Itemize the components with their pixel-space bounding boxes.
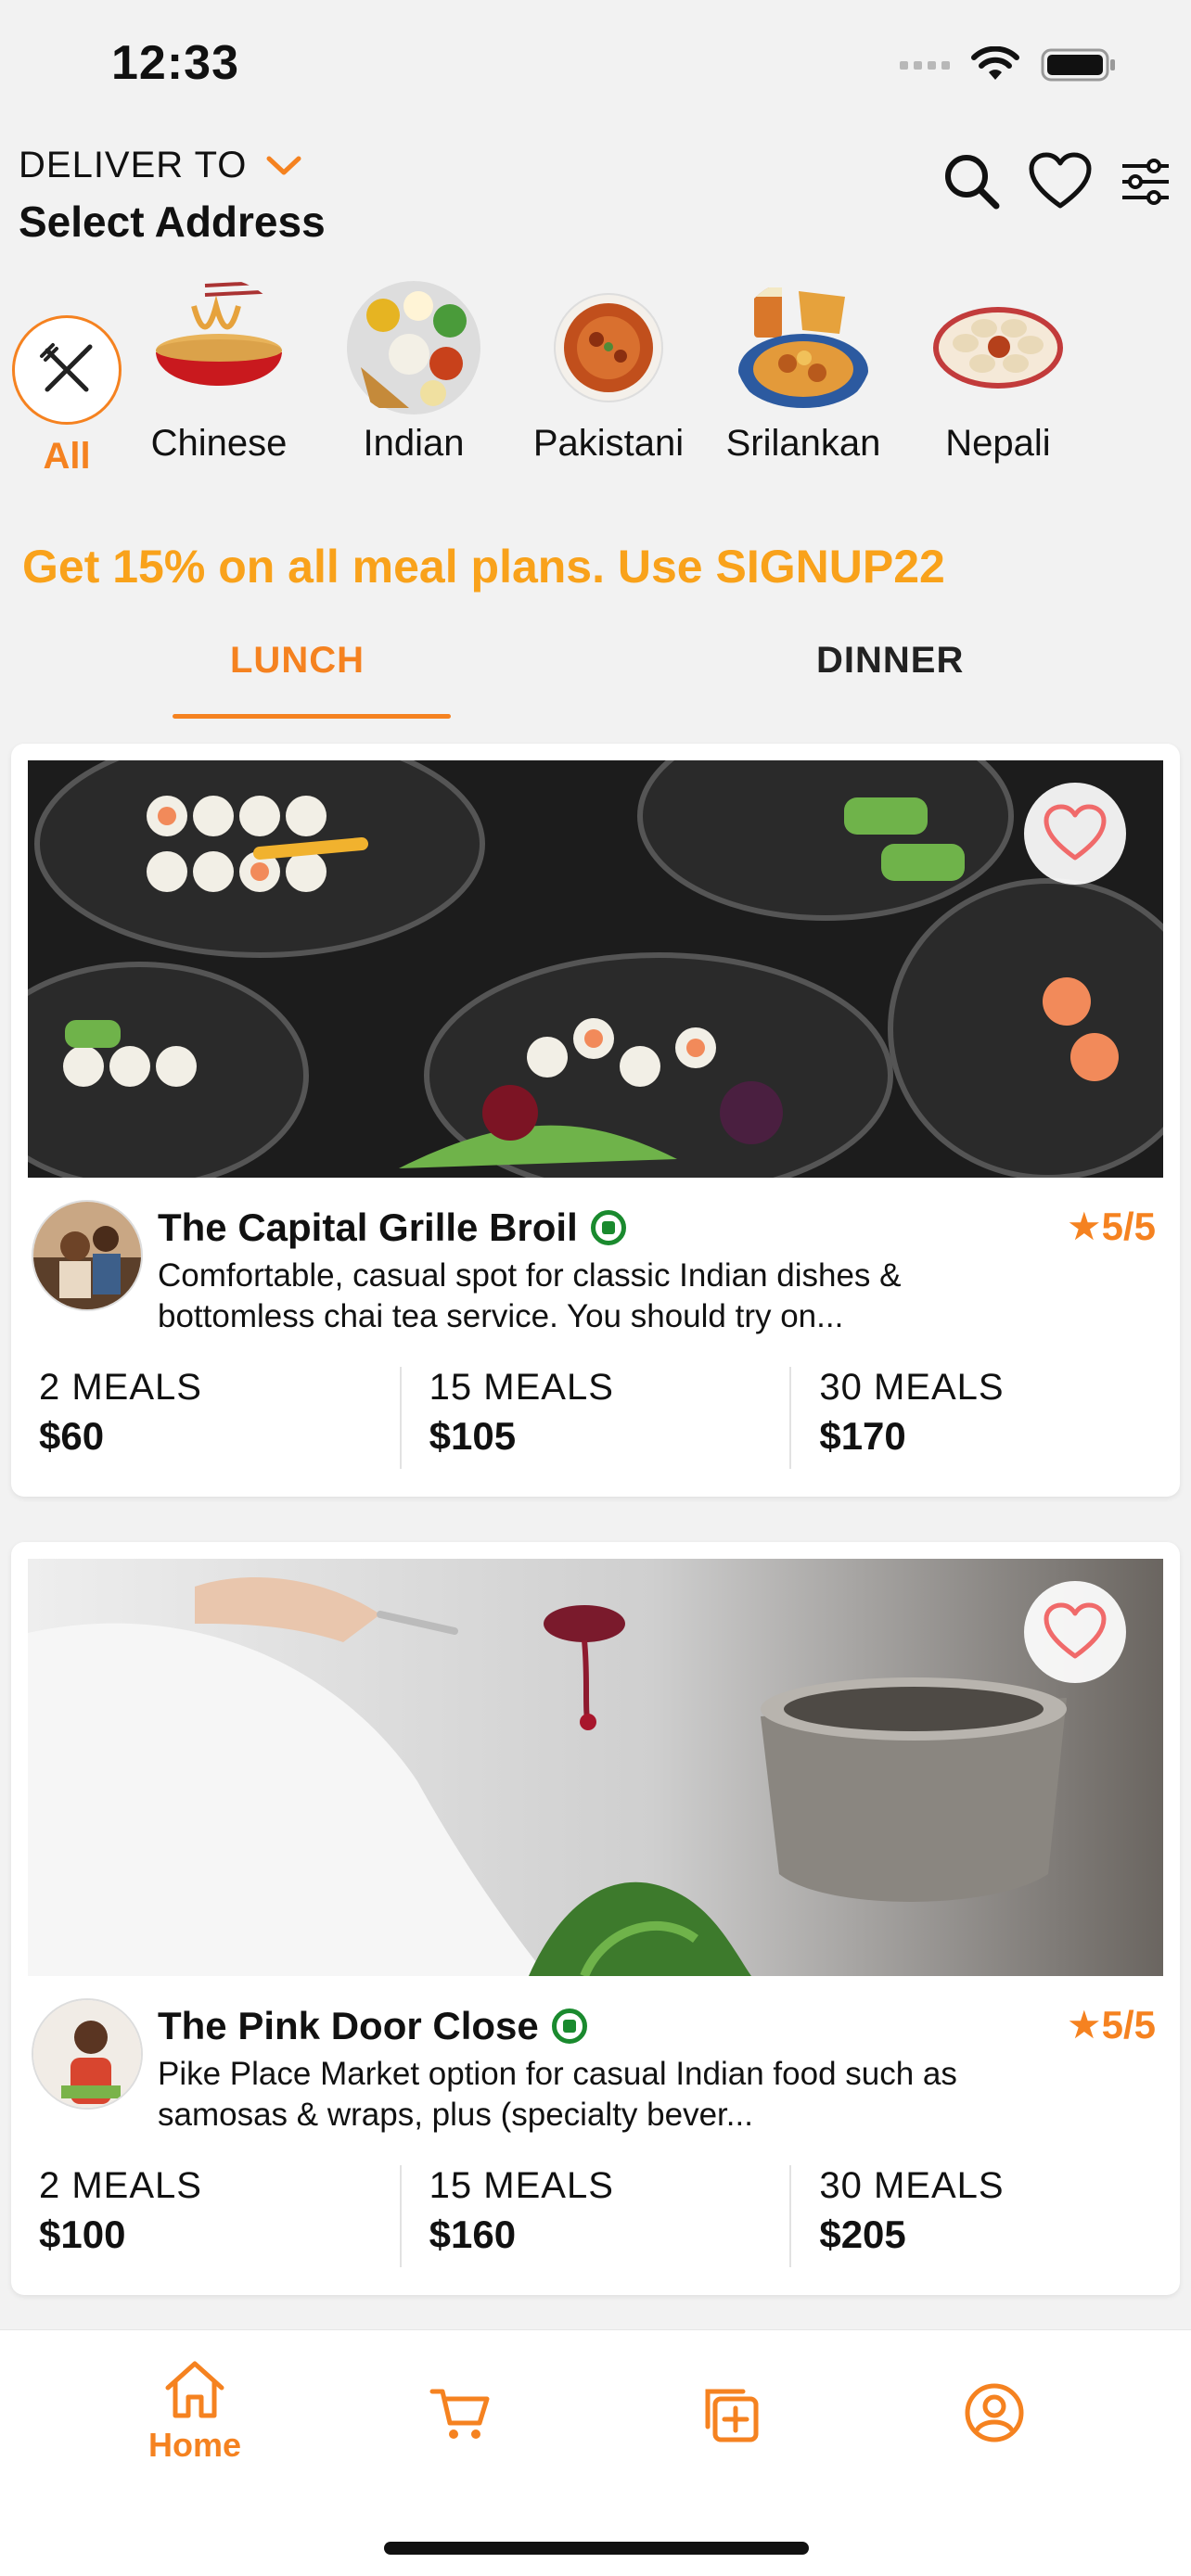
nav-cart[interactable] — [377, 2386, 544, 2446]
nav-add-plan[interactable] — [646, 2382, 813, 2448]
platter-icon — [734, 278, 873, 417]
filter-icon[interactable] — [1119, 155, 1172, 209]
search-icon[interactable] — [942, 152, 1002, 211]
veg-indicator-icon — [590, 1210, 626, 1245]
nav-home[interactable]: Home — [111, 2358, 278, 2465]
restaurant-card[interactable]: The Pink Door Close ★5/5 Pike Place Mark… — [11, 1542, 1180, 2295]
restaurant-name-row: The Pink Door Close — [158, 2004, 587, 2048]
meal-plan-label: 15 MEALS — [429, 1367, 614, 1408]
meal-plan-label: 2 MEALS — [39, 2165, 202, 2206]
restaurant-name: The Capital Grille Broil — [158, 1205, 578, 1249]
category-pakistani[interactable]: Pakistani — [516, 278, 701, 465]
promo-banner[interactable]: Get 15% on all meal plans. Use SIGNUP22 — [22, 540, 945, 593]
profile-icon — [965, 2383, 1024, 2442]
veg-indicator-icon — [551, 2009, 587, 2044]
meal-plan-price: $170 — [819, 1414, 906, 1458]
tab-dinner[interactable]: DINNER — [816, 640, 964, 682]
thali-plate-icon — [344, 278, 483, 417]
favorite-button[interactable] — [1024, 783, 1126, 885]
restaurant-description: Pike Place Market option for casual Indi… — [158, 2056, 957, 2133]
meal-plan-option[interactable]: 30 MEALS $170 — [789, 1367, 1180, 1469]
wifi-icon — [971, 46, 1019, 80]
status-bar: 12:33 — [0, 0, 1191, 139]
cart-icon — [429, 2389, 490, 2439]
meal-plan-label: 2 MEALS — [39, 1367, 202, 1408]
tab-lunch[interactable]: LUNCH — [230, 640, 365, 682]
meal-plan-option[interactable]: 15 MEALS $105 — [399, 1367, 790, 1469]
select-address[interactable]: Select Address — [19, 197, 326, 247]
meal-plan-label: 30 MEALS — [819, 1367, 1005, 1408]
add-plan-icon — [705, 2389, 759, 2442]
meal-plan-price: $105 — [429, 1414, 517, 1458]
meal-plan-price: $100 — [39, 2213, 126, 2256]
deliver-to-label: DELIVER TO — [19, 145, 248, 185]
heart-icon[interactable] — [1028, 152, 1093, 211]
restaurant-name-row: The Capital Grille Broil — [158, 1205, 626, 1250]
category-nepali[interactable]: Nepali — [905, 278, 1091, 465]
restaurant-photo — [28, 1559, 1163, 1976]
meal-plan-option[interactable]: 15 MEALS $160 — [399, 2165, 790, 2267]
meal-plan-option[interactable]: 30 MEALS $205 — [789, 2165, 1180, 2267]
battery-icon — [1041, 48, 1115, 82]
home-indicator[interactable] — [384, 2542, 809, 2555]
meal-plan-options: 2 MEALS $60 15 MEALS $105 30 MEALS $170 — [11, 1367, 1180, 1469]
nav-profile[interactable] — [911, 2382, 1078, 2448]
category-indian[interactable]: Indian — [321, 278, 506, 465]
category-label: Srilankan — [725, 423, 881, 464]
chef-avatar — [32, 1200, 143, 1311]
meal-plan-options: 2 MEALS $100 15 MEALS $160 30 MEALS $205 — [11, 2165, 1180, 2267]
status-icons — [900, 46, 1117, 83]
active-tab-indicator — [173, 714, 451, 719]
noodle-bowl-icon — [149, 278, 288, 417]
restaurant-rating: ★5/5 — [1066, 1205, 1156, 1248]
category-srilankan[interactable]: Srilankan — [711, 278, 896, 465]
restaurant-rating: ★5/5 — [1066, 2003, 1156, 2047]
favorite-button[interactable] — [1024, 1581, 1126, 1683]
fork-knife-icon — [12, 315, 122, 425]
chef-avatar — [32, 1998, 143, 2110]
heart-icon — [1044, 1602, 1107, 1659]
restaurant-photo — [28, 760, 1163, 1178]
cellular-signal-icon — [900, 60, 950, 70]
meal-plan-price: $160 — [429, 2213, 517, 2256]
meal-plan-label: 30 MEALS — [819, 2165, 1005, 2206]
chevron-down-icon — [266, 156, 301, 174]
meal-plan-option[interactable]: 2 MEALS $60 — [11, 1367, 400, 1469]
category-label: Pakistani — [532, 423, 685, 464]
meal-tabs: LUNCH DINNER — [0, 640, 1191, 723]
nav-home-label: Home — [147, 2426, 242, 2464]
category-list: All Chinese Indian Pakistani Srilankan N… — [0, 278, 1191, 482]
meal-plan-price: $60 — [39, 1414, 105, 1458]
header-actions — [942, 152, 1172, 211]
meal-plan-label: 15 MEALS — [429, 2165, 614, 2206]
category-label: Nepali — [945, 423, 1051, 464]
meal-plan-option[interactable]: 2 MEALS $100 — [11, 2165, 400, 2267]
restaurant-card[interactable]: The Capital Grille Broil ★5/5 Comfortabl… — [11, 744, 1180, 1497]
deliver-to-selector[interactable]: DELIVER TO — [19, 145, 302, 186]
category-label: Chinese — [150, 423, 288, 464]
home-icon — [165, 2361, 224, 2418]
category-chinese[interactable]: Chinese — [126, 278, 312, 465]
momo-plate-icon — [928, 278, 1068, 417]
heart-icon — [1044, 804, 1107, 861]
restaurant-name: The Pink Door Close — [158, 2004, 539, 2047]
meal-plan-price: $205 — [819, 2213, 906, 2256]
status-time: 12:33 — [111, 36, 239, 90]
category-label: Indian — [363, 423, 465, 464]
curry-bowl-icon — [539, 278, 678, 417]
bottom-navigation: Home — [0, 2329, 1191, 2576]
restaurant-description: Comfortable, casual spot for classic Ind… — [158, 1257, 902, 1334]
